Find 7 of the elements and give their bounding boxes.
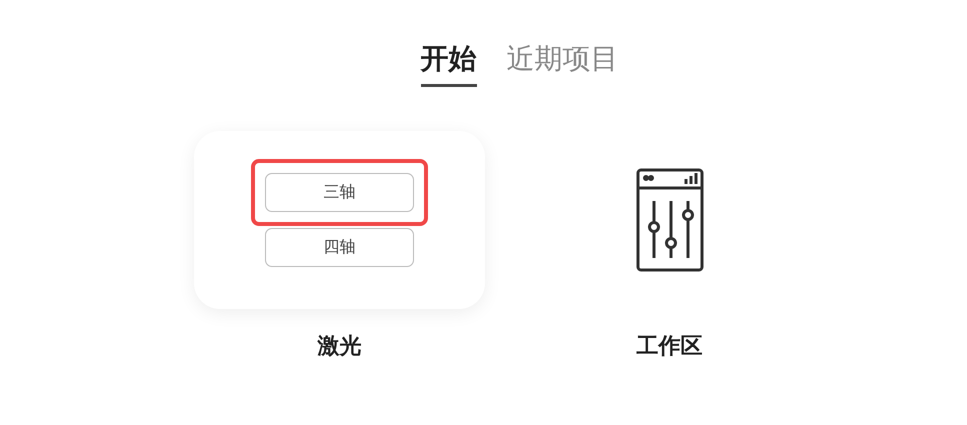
sliders-icon[interactable] xyxy=(636,168,704,272)
tab[interactable]: 开始 xyxy=(420,42,476,87)
tab[interactable]: 近期项目 xyxy=(506,42,618,87)
tile-label: 工作区 xyxy=(636,332,702,361)
option-button[interactable]: 四轴 xyxy=(265,228,414,267)
option-button[interactable]: 三轴 xyxy=(265,172,414,212)
tile-label: 激光 xyxy=(318,332,362,361)
